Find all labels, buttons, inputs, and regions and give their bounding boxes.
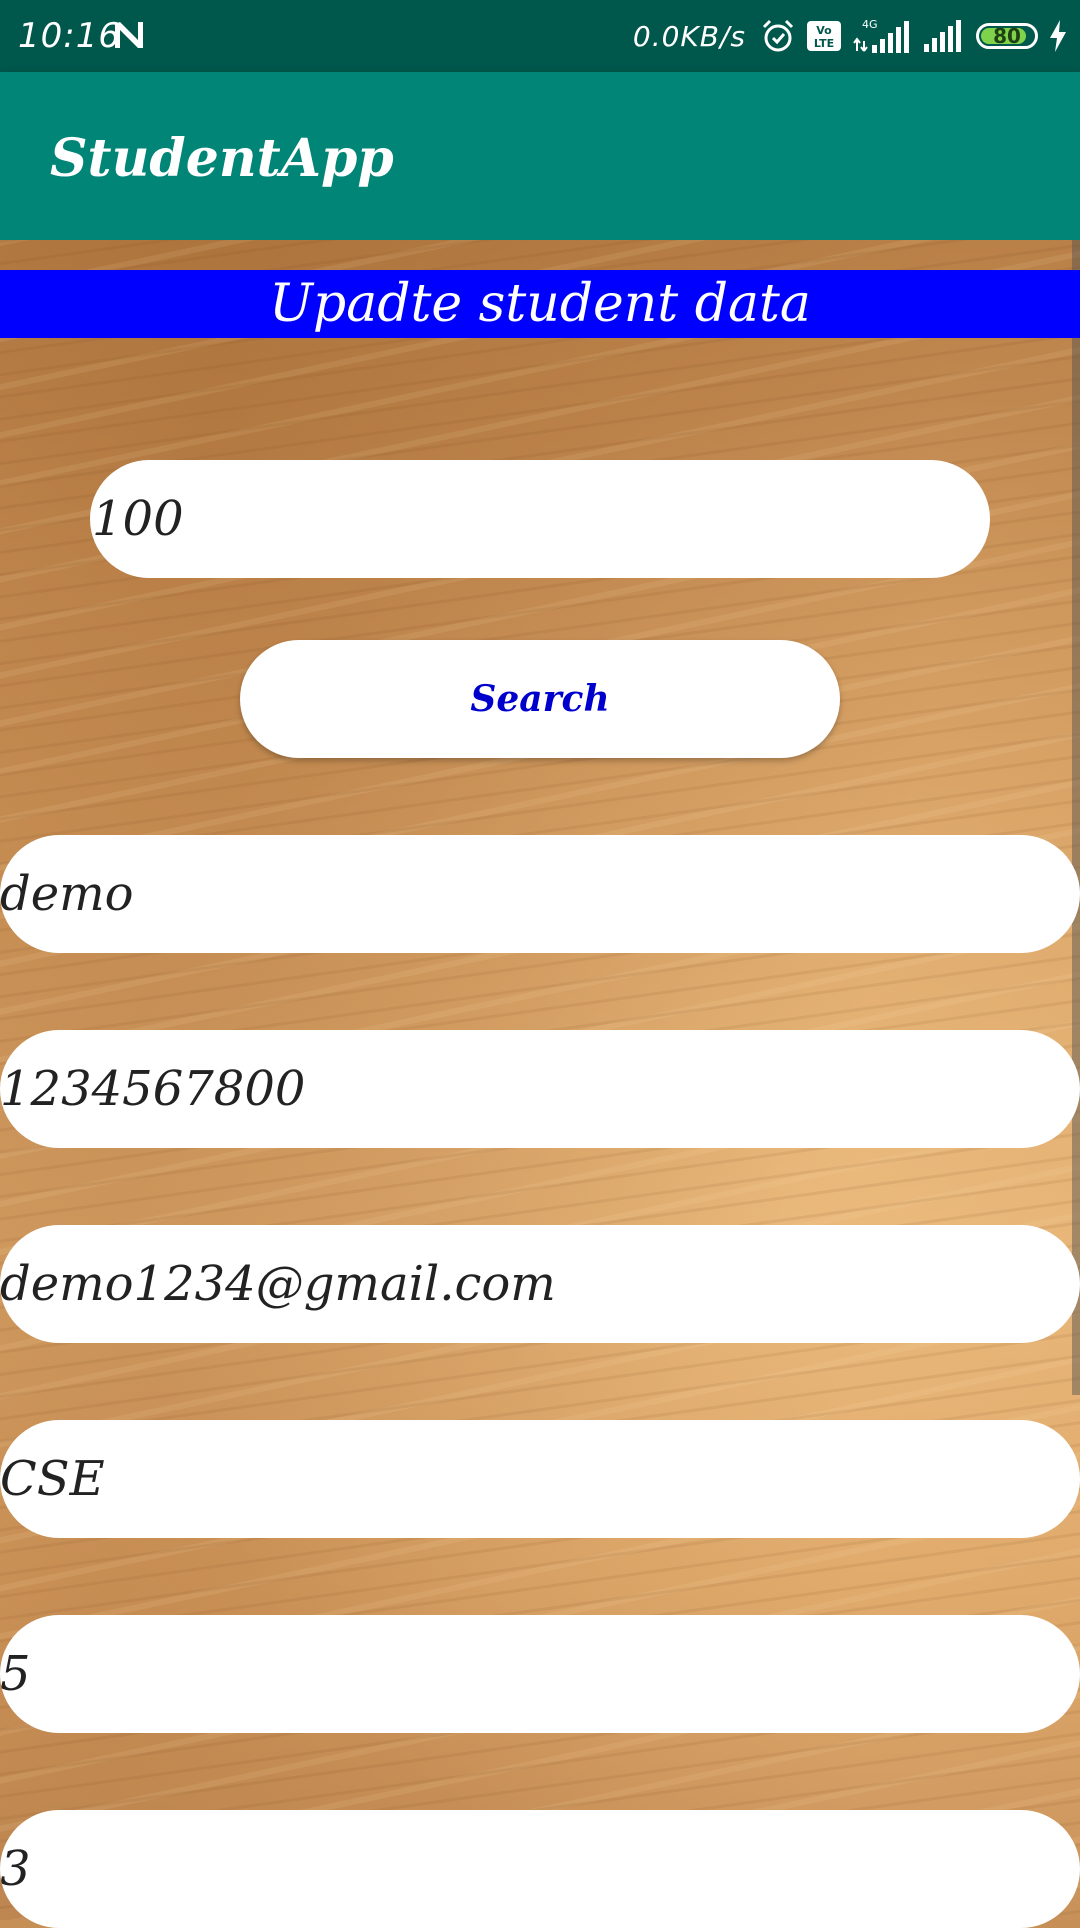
branch-field[interactable]: CSE bbox=[0, 1420, 1080, 1538]
network-speed: 0.0KB/s bbox=[632, 19, 746, 53]
student-name-field[interactable]: demo bbox=[0, 835, 1080, 953]
email-value: demo1234@gmail.com bbox=[0, 1256, 556, 1312]
semester-value: 5 bbox=[0, 1646, 31, 1702]
app-title: StudentApp bbox=[50, 128, 394, 189]
svg-text:LTE: LTE bbox=[814, 37, 834, 50]
student-name-value: demo bbox=[0, 866, 134, 922]
search-button-label: Search bbox=[470, 678, 610, 720]
student-id-input[interactable]: 100 bbox=[90, 460, 990, 578]
scrollbar[interactable] bbox=[1072, 240, 1080, 1395]
network-type-label: 4G bbox=[862, 18, 878, 31]
status-right-group: 0.0KB/s Vo LTE 4G 80 bbox=[633, 14, 1068, 58]
email-field[interactable]: demo1234@gmail.com bbox=[0, 1225, 1080, 1343]
signal-4g-icon: 4G bbox=[852, 17, 912, 55]
semester-field[interactable]: 5 bbox=[0, 1615, 1080, 1733]
status-time: 10:16 bbox=[18, 16, 121, 56]
volte-icon: Vo LTE bbox=[806, 20, 842, 52]
section-header: Upadte student data bbox=[0, 270, 1080, 338]
svg-text:Vo: Vo bbox=[816, 24, 832, 37]
battery-level: 80 bbox=[993, 24, 1021, 48]
signal-icon bbox=[922, 18, 966, 54]
battery-icon: 80 bbox=[976, 23, 1038, 49]
alarm-icon bbox=[760, 18, 796, 54]
branch-value: CSE bbox=[0, 1451, 105, 1507]
year-value: 3 bbox=[0, 1841, 31, 1897]
app-bar: StudentApp bbox=[0, 72, 1080, 240]
charging-icon bbox=[1048, 19, 1068, 53]
phone-value: 1234567800 bbox=[0, 1061, 306, 1117]
phone-field[interactable]: 1234567800 bbox=[0, 1030, 1080, 1148]
status-bar: 10:16 0.0KB/s Vo LTE 4G 80 bbox=[0, 0, 1080, 72]
student-id-value: 100 bbox=[92, 491, 184, 547]
search-button[interactable]: Search bbox=[240, 640, 840, 758]
year-field[interactable]: 3 bbox=[0, 1810, 1080, 1928]
n-notification-icon bbox=[112, 20, 146, 50]
